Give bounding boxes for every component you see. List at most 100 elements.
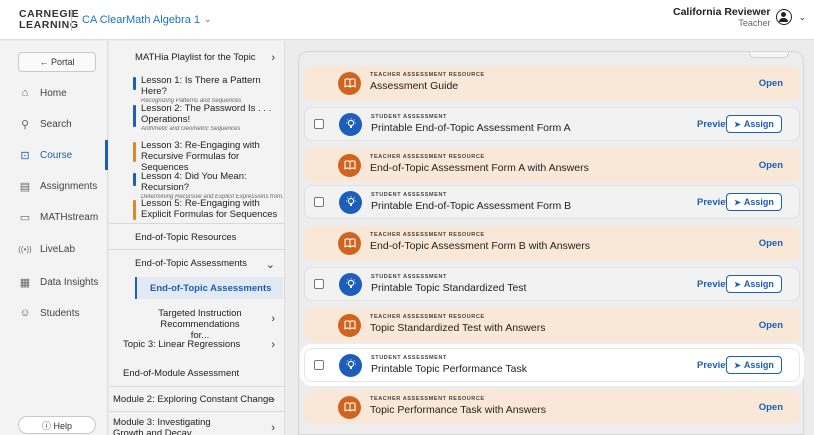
card-kind: STUDENT ASSESSMENT <box>371 192 447 198</box>
rail-item-livelab[interactable]: ((•)) LiveLab <box>0 237 108 261</box>
top-bar: CARNEGIE LEARNING CA ClearMath Algebra 1… <box>0 0 814 40</box>
book-icon <box>338 313 361 337</box>
portal-button[interactable]: ← Portal <box>18 52 96 72</box>
chevron-right-icon: › <box>271 339 275 351</box>
card-text: STUDENT ASSESSMENT Printable Topic Perfo… <box>371 355 527 375</box>
lesson-item[interactable]: Lesson 4: Did You Mean: Recursion? Deter… <box>133 171 283 200</box>
rail-item-search[interactable]: ⚲ Search <box>0 112 108 136</box>
card-text: STUDENT ASSESSMENT Printable End-of-Topi… <box>371 114 571 134</box>
card-kind: STUDENT ASSESSMENT <box>371 114 447 120</box>
chevron-right-icon: › <box>271 422 275 434</box>
card-title: End-of-Topic Assessment Form A with Answ… <box>370 162 589 174</box>
resource-card-highlighted: STUDENT ASSESSMENT Printable Topic Perfo… <box>304 348 800 382</box>
nav-label: End-of-Topic Assessments <box>135 258 247 269</box>
card-text: TEACHER ASSESSMENT RESOURCE Assessment G… <box>370 72 485 92</box>
rail-item-assignments[interactable]: ▤ Assignments <box>0 174 108 198</box>
card-kind: STUDENT ASSESSMENT <box>371 355 447 361</box>
lesson-title: Lesson 4: Did You Mean: Recursion? <box>141 171 247 193</box>
select-checkbox[interactable] <box>314 197 324 207</box>
card-title: End-of-Topic Assessment Form B with Answ… <box>370 240 590 252</box>
card-text: TEACHER ASSESSMENT RESOURCE Topic Perfor… <box>370 396 546 416</box>
nav-label: End-of-Module Assessment <box>123 368 240 379</box>
rail-label: Assignments <box>40 180 98 192</box>
account-icon[interactable] <box>776 9 793 25</box>
targeted-instruction-item[interactable]: Targeted Instruction Recommendations for… <box>150 308 275 341</box>
lesson-item[interactable]: Lesson 5: Re-Engaging with Explicit Form… <box>133 198 283 220</box>
lesson-status-bar <box>133 105 136 127</box>
mathstream-icon: ▭ <box>19 211 31 224</box>
card-text: STUDENT ASSESSMENT Printable End-of-Topi… <box>371 192 571 212</box>
carnegie-learning-logo[interactable]: CARNEGIE LEARNING <box>19 8 79 31</box>
course-selector[interactable]: CA ClearMath Algebra 1 ⌄ <box>82 14 212 26</box>
nav-label: Module 3: Investigating Growth and Decay <box>113 417 211 435</box>
chevron-down-icon[interactable]: ⌄ <box>798 12 806 23</box>
user-menu[interactable]: California Reviewer Teacher ⌄ <box>673 6 806 28</box>
divider <box>109 223 285 224</box>
select-checkbox[interactable] <box>314 360 324 370</box>
end-of-topic-assessments-item[interactable]: End-of-Topic Assessments ⌄ <box>135 258 275 271</box>
assign-button[interactable]: ➤ Assign <box>726 115 782 133</box>
open-link[interactable]: Open <box>759 160 783 171</box>
book-icon <box>338 153 361 177</box>
lesson-subtitle: Arithmetic and Geometric Sequences <box>141 126 241 132</box>
end-of-topic-assessments-subitem[interactable]: End-of-Topic Assessments <box>135 277 283 299</box>
user-info: California Reviewer Teacher <box>673 6 770 28</box>
end-of-topic-resources-item[interactable]: End-of-Topic Resources <box>135 232 236 243</box>
rail-item-data-insights[interactable]: ▦ Data Insights <box>0 270 108 294</box>
open-link[interactable]: Open <box>759 320 783 331</box>
lesson-title: Lesson 3: Re-Engaging with Recursive For… <box>141 140 260 173</box>
assign-button[interactable]: ➤ Assign <box>726 193 782 211</box>
lightbulb-icon <box>339 112 362 136</box>
nav-label: End-of-Topic Resources <box>135 232 237 243</box>
chevron-down-icon: ⌄ <box>265 259 275 271</box>
open-link[interactable]: Open <box>759 238 783 249</box>
help-button[interactable]: ⓘ Help <box>18 416 96 434</box>
module-3-item[interactable]: Module 3: Investigating Growth and Decay… <box>113 417 275 435</box>
assign-label: Assign <box>743 360 774 370</box>
module-2-item[interactable]: Module 2: Exploring Constant Change › <box>113 394 275 406</box>
select-checkbox[interactable] <box>314 279 324 289</box>
resource-card: TEACHER ASSESSMENT RESOURCE End-of-Topic… <box>304 148 800 182</box>
resource-card: STUDENT ASSESSMENT Printable Topic Stand… <box>304 267 800 301</box>
nav-label: Targeted Instruction Recommendations for… <box>158 308 242 341</box>
open-link[interactable]: Open <box>759 78 783 89</box>
course-icon: ⊡ <box>20 149 30 162</box>
nav-label: Topic 3: Linear Regressions <box>123 339 241 350</box>
select-checkbox[interactable] <box>314 119 324 129</box>
card-kind: STUDENT ASSESSMENT <box>371 274 447 280</box>
rail-item-course[interactable]: ⊡ Course <box>0 140 108 170</box>
lesson-item[interactable]: Lesson 2: The Password Is . . . Operatio… <box>133 103 283 132</box>
chevron-right-icon: › <box>271 394 275 406</box>
nav-label: End-of-Topic Assessments <box>150 282 272 294</box>
resource-card: TEACHER ASSESSMENT RESOURCE Topic Standa… <box>304 308 800 342</box>
resource-card: TEACHER ASSESSMENT RESOURCE Topic Perfor… <box>304 390 800 424</box>
lightbulb-icon <box>339 353 362 377</box>
assign-button[interactable]: ➤ Assign <box>726 356 782 374</box>
mathia-playlist-item[interactable]: MATHia Playlist for the Topic › <box>135 52 275 64</box>
lesson-item[interactable]: Lesson 1: Is There a Pattern Here? Recog… <box>133 75 283 104</box>
data-insights-icon: ▦ <box>19 276 31 289</box>
assignments-icon: ▤ <box>19 180 31 193</box>
card-title: Printable End-of-Topic Assessment Form A <box>371 122 571 134</box>
chevron-right-icon: › <box>271 52 275 64</box>
resource-card: STUDENT ASSESSMENT Printable End-of-Topi… <box>304 107 800 141</box>
search-icon: ⚲ <box>20 118 30 131</box>
left-rail: ← Portal ⌂ Home ⚲ Search ⊡ Course ▤ Assignme… <box>0 41 108 435</box>
course-name: CA ClearMath Algebra 1 <box>82 13 201 26</box>
open-link[interactable]: Open <box>759 402 783 413</box>
topic-3-item[interactable]: Topic 3: Linear Regressions › <box>123 339 275 351</box>
chevron-down-icon: ⌄ <box>204 14 212 24</box>
assign-button[interactable]: ➤ Assign <box>726 275 782 293</box>
rail-item-home[interactable]: ⌂ Home <box>0 81 108 105</box>
rail-label: LiveLab <box>40 243 76 255</box>
students-icon: ☺ <box>19 307 31 319</box>
livelab-icon: ((•)) <box>18 244 32 254</box>
end-of-module-assessment-item[interactable]: End-of-Module Assessment <box>123 368 239 379</box>
rail-item-mathstream[interactable]: ▭ MATHstream <box>0 205 108 229</box>
lightbulb-icon <box>339 272 362 296</box>
rail-item-students[interactable]: ☺ Students <box>0 301 108 325</box>
lesson-item[interactable]: Lesson 3: Re-Engaging with Recursive For… <box>133 140 283 173</box>
card-kind: TEACHER ASSESSMENT RESOURCE <box>370 314 485 320</box>
lesson-title: Lesson 1: Is There a Pattern Here? <box>141 75 261 97</box>
main-content: TEACHER ASSESSMENT RESOURCE Assessment G… <box>286 41 814 435</box>
